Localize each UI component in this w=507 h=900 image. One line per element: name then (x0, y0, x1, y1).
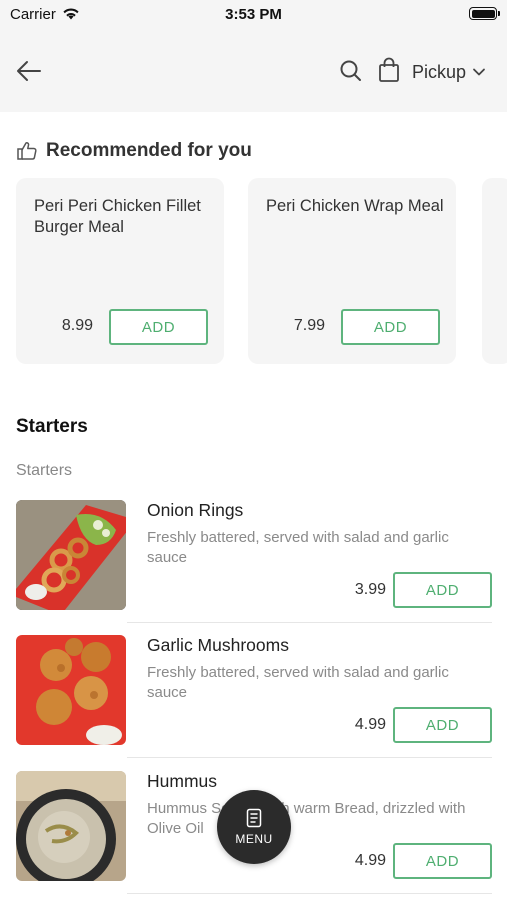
thumbs-up-icon (17, 142, 37, 160)
status-time: 3:53 PM (225, 6, 282, 23)
nav-bar: Pickup (0, 30, 507, 112)
menu-item-name: Onion Rings (147, 500, 244, 520)
battery-icon (469, 7, 500, 20)
recommended-card[interactable]: Peri Peri Chicken Fillet Burger Meal 8.9… (16, 178, 224, 364)
recommended-item-price: 8.99 (61, 317, 93, 334)
add-button[interactable]: ADD (393, 572, 492, 608)
onion-rings-image (16, 500, 126, 610)
menu-item-price: 4.99 (354, 852, 386, 869)
menu-card-icon (246, 808, 262, 828)
add-button[interactable]: ADD (393, 843, 492, 879)
pickup-label: Pickup (412, 61, 467, 82)
pickup-selector[interactable]: Pickup (412, 60, 486, 84)
add-button[interactable]: ADD (341, 309, 440, 345)
menu-item-description: Freshly battered, served with salad and … (147, 664, 449, 701)
divider (127, 893, 492, 894)
divider (127, 757, 492, 758)
recommended-header: Recommended for you (16, 140, 252, 162)
bag-icon[interactable] (376, 56, 402, 84)
garlic-mushrooms-image (16, 635, 126, 745)
menu-item[interactable]: Garlic Mushrooms Freshly battered, serve… (16, 635, 492, 755)
recommended-item-name: Peri Peri Chicken Fillet Burger Meal (34, 197, 201, 236)
menu-fab-button[interactable]: MENU (217, 790, 291, 864)
search-icon[interactable] (338, 58, 364, 84)
back-arrow-icon[interactable] (14, 56, 44, 86)
section-title: Starters (16, 416, 88, 437)
add-button[interactable]: ADD (109, 309, 208, 345)
menu-fab-label: MENU (235, 832, 273, 846)
menu-item-description: Hummus Served with warm Bread, drizzled … (147, 800, 466, 837)
recommended-item-price: 7.99 (293, 317, 325, 334)
divider (127, 622, 492, 623)
recommended-card-peek[interactable] (482, 178, 507, 364)
recommended-card[interactable]: Peri Chicken Wrap Meal 7.99 ADD (248, 178, 456, 364)
menu-item-price: 3.99 (354, 581, 386, 598)
add-button[interactable]: ADD (393, 707, 492, 743)
hummus-image (16, 771, 126, 881)
menu-item-price: 4.99 (354, 716, 386, 733)
subsection-title: Starters (16, 462, 73, 479)
chevron-down-icon (473, 68, 485, 76)
recommended-title: Recommended for you (46, 140, 252, 161)
status-bar: Carrier 3:53 PM (0, 0, 507, 30)
menu-item-name: Garlic Mushrooms (147, 635, 289, 655)
recommended-item-name: Peri Chicken Wrap Meal (266, 197, 444, 215)
menu-item-description: Freshly battered, served with salad and … (147, 529, 449, 566)
menu-item-name: Hummus (147, 771, 218, 791)
menu-item[interactable]: Onion Rings Freshly battered, served wit… (16, 500, 492, 620)
